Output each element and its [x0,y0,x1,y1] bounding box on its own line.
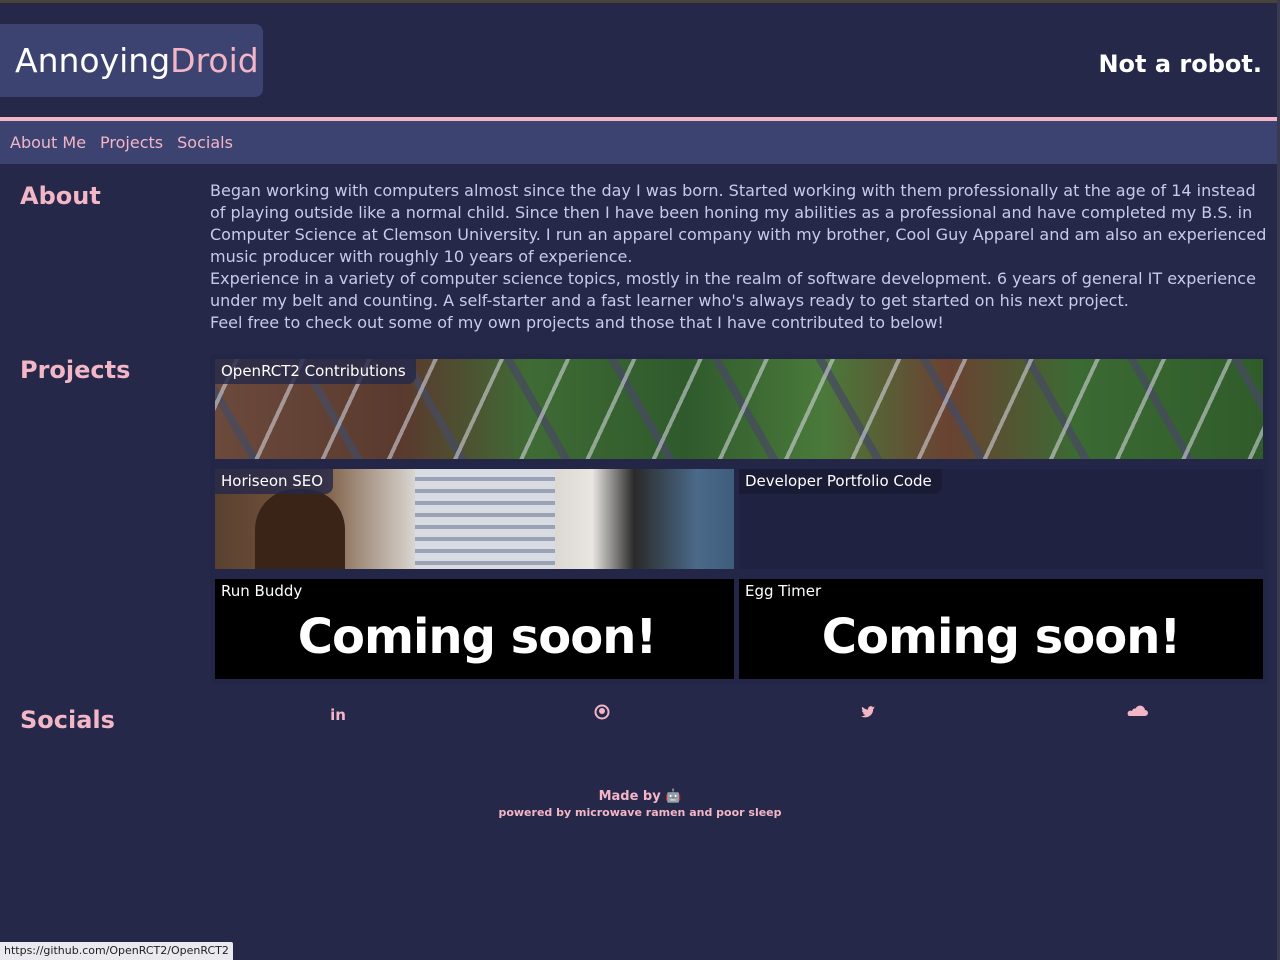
soundcloud-icon-svg [1127,705,1148,716]
browser-status-url: https://github.com/OpenRCT2/OpenRCT2 [0,942,233,960]
about-paragraph-3: Feel free to check out some of my own pr… [210,313,944,332]
project-label-horiseon: Horiseon SEO [215,469,334,494]
twitter-icon-svg [861,706,875,718]
logo-text-highlight: Droid [170,41,259,80]
soundcloud-icon[interactable] [1126,704,1150,724]
about-paragraph-1: Began working with computers almost sinc… [210,181,1267,266]
project-card-horiseon[interactable]: Horiseon SEO [210,464,744,574]
project-label-egg-timer: Egg Timer [739,579,832,604]
github-icon[interactable] [592,704,612,724]
socials-heading: Socials [20,706,115,734]
footer-powered-by: powered by microwave ramen and poor slee… [498,806,782,819]
project-label-openrct2: OpenRCT2 Contributions [215,359,416,384]
site-tagline: Not a robot. [1098,50,1262,78]
github-icon-svg [594,704,610,720]
twitter-icon[interactable] [858,704,878,724]
linkedin-icon[interactable]: in [328,706,348,724]
footer-made-by: Made by 🤖 [0,789,1280,804]
nav-socials[interactable]: Socials [177,133,233,152]
project-card-run-buddy[interactable]: Coming soon! Run Buddy [210,574,744,684]
logo-text-primary: Annoying [15,41,171,80]
about-heading: About [20,182,101,210]
main-nav: About Me Projects Socials [0,121,1280,164]
nav-projects[interactable]: Projects [100,133,163,152]
site-header: AnnoyingDroid Not a robot. [0,3,1280,117]
about-text: Began working with computers almost sinc… [210,180,1272,334]
project-card-egg-timer[interactable]: Coming soon! Egg Timer [734,574,1268,684]
site-logo[interactable]: AnnoyingDroid [0,24,263,97]
project-label-run-buddy: Run Buddy [215,579,313,604]
robot-emoji-icon: 🤖 [665,789,682,804]
projects-heading: Projects [20,356,131,384]
made-by-text: Made by [598,789,661,804]
project-card-portfolio[interactable]: Developer Portfolio Code [734,464,1268,574]
project-label-portfolio: Developer Portfolio Code [739,469,942,494]
nav-about-me[interactable]: About Me [10,133,86,152]
about-paragraph-2: Experience in a variety of computer scie… [210,269,1256,310]
project-card-openrct2[interactable]: OpenRCT2 Contributions [210,354,1268,464]
